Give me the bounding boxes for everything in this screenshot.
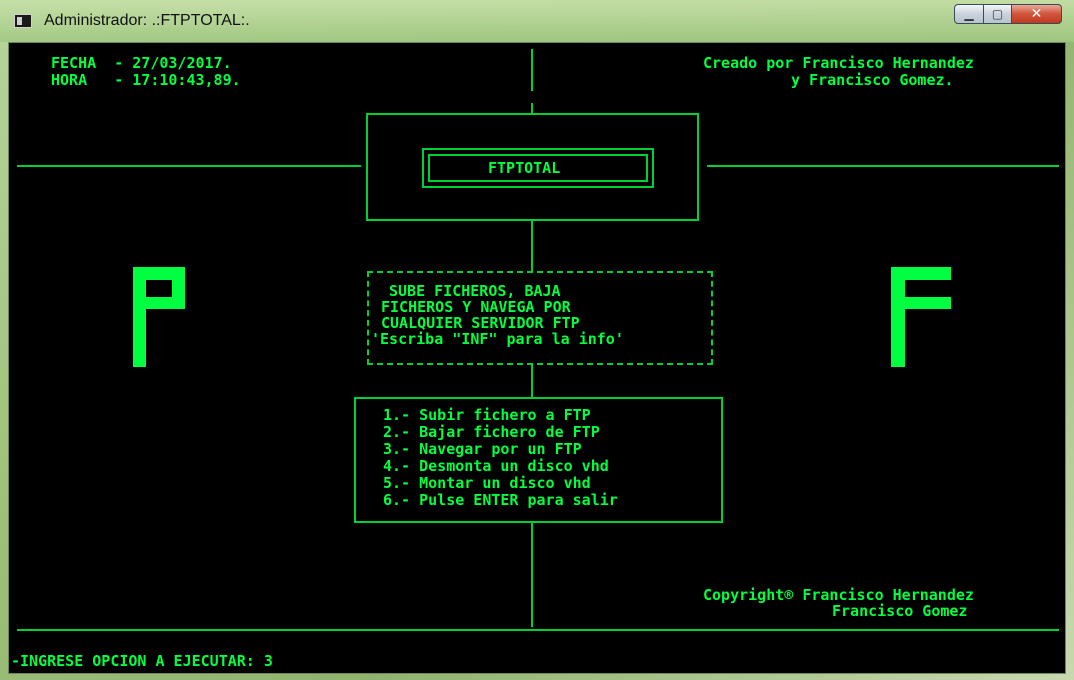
info-line-4: 'Escriba "INF" para la info' [371, 330, 624, 348]
console-window: Administrador: .:FTPTOTAL:. ▁ ▢ ✕ FECHA … [0, 0, 1074, 680]
close-icon: ✕ [1030, 6, 1043, 22]
info-line-1: SUBE FICHEROS, BAJA [389, 282, 561, 300]
command-prompt[interactable]: -INGRESE OPCION A EJECUTAR: 3 [11, 653, 273, 669]
minimize-icon: ▁ [964, 7, 974, 21]
date-line: FECHA - 27/03/2017. [51, 54, 232, 72]
info-line-2: FICHEROS Y NAVEGA POR [381, 298, 571, 316]
close-button[interactable]: ✕ [1012, 4, 1062, 24]
time-line: HORA - 17:10:43,89. [51, 71, 241, 89]
maximize-icon: ▢ [991, 7, 1004, 21]
window-title: Administrador: .:FTPTOTAL:. [44, 12, 250, 29]
menu-item-6: 6.- Pulse ENTER para salir [383, 491, 618, 509]
center-line [531, 103, 533, 113]
menu-item-5: 5.- Montar un disco vhd [383, 474, 591, 492]
info-line-3: CUALQUIER SERVIDOR FTP [381, 314, 580, 332]
center-line [531, 219, 533, 271]
right-horizontal-line [707, 165, 1059, 167]
copyright-line-2: Francisco Gomez [832, 602, 968, 620]
menu-item-2: 2.- Bajar fichero de FTP [383, 423, 600, 441]
copyright-line-1: Copyright® Francisco Hernandez [703, 586, 974, 604]
center-line [531, 523, 533, 627]
maximize-button[interactable]: ▢ [984, 4, 1012, 24]
console-icon [14, 14, 32, 28]
menu-item-3: 3.- Navegar por un FTP [383, 440, 582, 458]
credit-line-2: y Francisco Gomez. [791, 71, 954, 89]
bottom-separator [17, 629, 1059, 631]
title-bar[interactable]: Administrador: .:FTPTOTAL:. ▁ ▢ ✕ [0, 0, 1074, 42]
menu-item-4: 4.- Desmonta un disco vhd [383, 457, 609, 475]
minimize-button[interactable]: ▁ [954, 4, 984, 24]
console-area[interactable]: FECHA - 27/03/2017. HORA - 17:10:43,89. … [8, 42, 1066, 674]
center-line [531, 49, 533, 91]
left-horizontal-line [17, 165, 361, 167]
center-line [531, 363, 533, 397]
credit-line-1: Creado por Francisco Hernandez [703, 54, 974, 72]
menu-item-1: 1.- Subir fichero a FTP [383, 406, 591, 424]
logo-title: FTPTOTAL [488, 159, 561, 177]
